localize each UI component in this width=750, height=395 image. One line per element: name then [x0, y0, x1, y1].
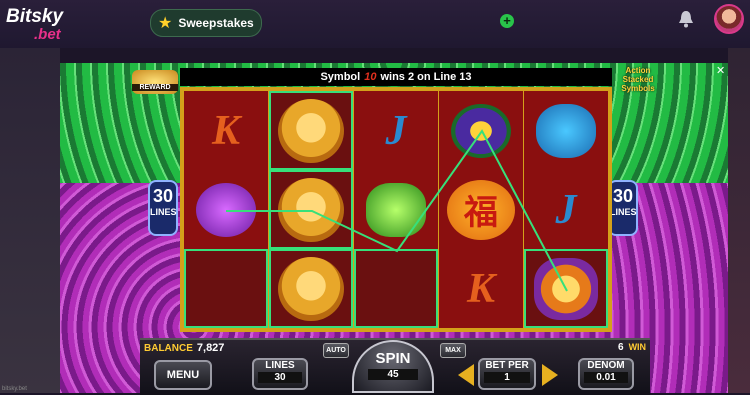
sweepstakes-label: Sweepstakes: [178, 16, 254, 30]
spin-value: 45: [368, 369, 418, 380]
lines-badge-left: 30 LINES: [148, 180, 178, 236]
top-bar: Bitsky .bet ★ Sweepstakes +: [0, 0, 750, 48]
lines-badge-value: 30: [152, 186, 174, 206]
balance-label: BALANCE: [144, 343, 193, 354]
add-funds-icon[interactable]: +: [500, 14, 514, 28]
win-message-suffix: wins 2 on Line 13: [380, 71, 472, 83]
win-message: Symbol 10 wins 2 on Line 13: [180, 68, 612, 86]
action-stack-logo: Action Stacked Symbols: [621, 66, 655, 93]
background-left: [0, 48, 60, 393]
balance: BALANCE 7,827: [144, 342, 224, 354]
star-icon: ★: [158, 15, 173, 32]
bet-label: BET PER: [485, 360, 529, 371]
max-button[interactable]: MAX: [440, 343, 466, 358]
bet-increase-icon[interactable]: [542, 364, 558, 386]
lines-badge-right: 30 LINES: [608, 180, 638, 236]
denom-value: 0.01: [584, 372, 628, 383]
close-game-icon[interactable]: ✕: [716, 64, 725, 77]
lines-badge-text: LINES: [150, 207, 177, 217]
bet-decrease-icon[interactable]: [458, 364, 474, 386]
lines-badge-value: 30: [612, 186, 634, 206]
bell-icon[interactable]: [678, 10, 694, 28]
background-right: [728, 48, 750, 393]
bet-per-button[interactable]: BET PER 1: [478, 358, 536, 390]
lines-badge-text: LINES: [610, 207, 637, 217]
footer-url: bitsky.bet: [2, 386, 27, 392]
reel-area[interactable]: KJ福KJ: [180, 87, 612, 332]
win-label: WIN: [628, 342, 647, 352]
win-message-symbol: 10: [364, 71, 377, 83]
reward-badge[interactable]: REWARD: [132, 70, 178, 94]
lines-button[interactable]: LINES 30: [252, 358, 308, 390]
user-avatar[interactable]: [714, 4, 744, 34]
payline-13: [226, 129, 568, 292]
balance-value: 7,827: [196, 342, 225, 354]
win-message-prefix: Symbol: [320, 71, 361, 83]
win-value: 6: [618, 342, 624, 353]
logo-main: Bitsky: [6, 6, 64, 27]
site-logo[interactable]: Bitsky .bet: [6, 6, 82, 44]
payline-path: [226, 129, 568, 292]
win-display: 6 WIN: [618, 342, 646, 353]
auto-button[interactable]: AUTO: [323, 343, 349, 358]
lines-label: LINES: [265, 360, 295, 371]
bet-value: 1: [484, 372, 530, 383]
menu-button[interactable]: MENU: [154, 360, 212, 390]
denom-button[interactable]: DENOM 0.01: [578, 358, 634, 390]
logo-sub: .bet: [34, 26, 61, 43]
reward-label: REWARD: [132, 84, 178, 91]
denom-label: DENOM: [587, 360, 625, 371]
sweepstakes-button[interactable]: ★ Sweepstakes: [150, 9, 262, 37]
lines-value: 30: [258, 372, 302, 383]
spin-label: SPIN: [375, 350, 411, 367]
